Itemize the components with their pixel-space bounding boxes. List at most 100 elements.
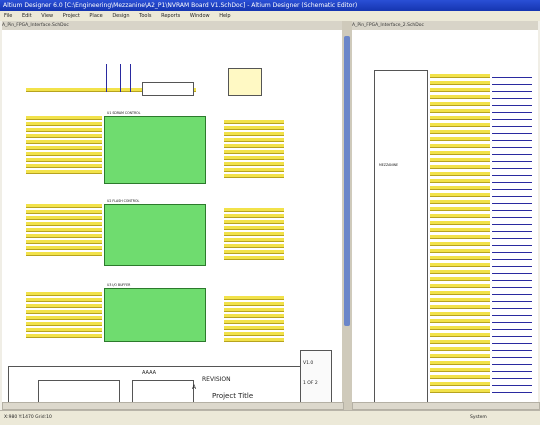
net-extension [492, 387, 532, 393]
connector-net-wire [430, 249, 490, 253]
vertical-scrollbar-thumb[interactable] [344, 36, 350, 326]
connector-net-wire [430, 186, 490, 190]
connector-net-wire [430, 158, 490, 162]
net-extension [492, 261, 532, 267]
ic-symbol-small [228, 68, 262, 96]
connector-net-wire [430, 207, 490, 211]
net-extension [492, 268, 532, 274]
net-wire-right [224, 174, 284, 178]
menu-reports[interactable]: Reports [157, 11, 184, 21]
net-extension [492, 135, 532, 141]
net-wire-right [224, 320, 284, 324]
menu-tools[interactable]: Tools [135, 11, 155, 21]
connector-net-wire [430, 298, 490, 302]
connector-net-wire [430, 123, 490, 127]
status-coordinates: X:980 Y:1470 Grid:10 [4, 415, 52, 420]
net-extension [492, 93, 532, 99]
net-wire-right [224, 314, 284, 318]
menu-design[interactable]: Design [108, 11, 133, 21]
net-wire-left [26, 128, 102, 132]
net-wire-left [26, 146, 102, 150]
net-wire-right [224, 162, 284, 166]
connector-net-wire [430, 221, 490, 225]
net-wire-left [26, 140, 102, 144]
menu-place[interactable]: Place [85, 11, 106, 21]
net-extension [492, 275, 532, 281]
component-block-1[interactable]: U1 SDRAM CONTROL [104, 111, 206, 184]
connector-net-wire [430, 88, 490, 92]
net-extension [492, 352, 532, 358]
wire [130, 64, 131, 92]
connector-ref: MEZZANINE [379, 163, 399, 167]
menu-window[interactable]: Window [186, 11, 214, 21]
net-wire-left [26, 240, 102, 244]
net-wire-left [26, 334, 102, 338]
net-wire-right [224, 256, 284, 260]
net-extension [492, 317, 532, 323]
schematic-canvas-left[interactable]: U1 SDRAM CONTROL U2 FLASH CONTROL U3 I/O… [2, 30, 342, 411]
sheet-number: 1 OF 2 [303, 381, 318, 386]
net-wire-right [224, 326, 284, 330]
net-wire-left [26, 204, 102, 208]
net-wire-right [224, 332, 284, 336]
menu-bar: File Edit View Project Place Design Tool… [0, 11, 540, 21]
net-extension [492, 373, 532, 379]
revision-label: REVISION [202, 376, 231, 383]
connector-net-wire [430, 312, 490, 316]
net-wire-right [224, 214, 284, 218]
connector-net-wire [430, 81, 490, 85]
component-block-2[interactable]: U2 FLASH CONTROL [104, 199, 206, 266]
connector-symbol[interactable]: MEZZANINE [374, 70, 428, 404]
net-wire-right [224, 244, 284, 248]
net-extension [492, 198, 532, 204]
net-extension [492, 149, 532, 155]
menu-edit[interactable]: Edit [18, 11, 36, 21]
net-wire-right [224, 120, 284, 124]
net-wire-right [224, 168, 284, 172]
net-wire-left [26, 252, 102, 256]
connector-net-wire [430, 340, 490, 344]
net-wire-right [224, 302, 284, 306]
net-extension [492, 114, 532, 120]
net-extension [492, 121, 532, 127]
net-wire-left [26, 228, 102, 232]
net-extension [492, 170, 532, 176]
net-extension [492, 247, 532, 253]
sheet-code: A [192, 384, 197, 391]
connector-net-wire [430, 354, 490, 358]
block-1-label: U1 SDRAM CONTROL [107, 111, 141, 115]
net-extension [492, 331, 532, 337]
net-extension [492, 107, 532, 113]
schematic-canvas-right[interactable]: MEZZANINE [352, 30, 538, 411]
net-extension [492, 233, 532, 239]
net-extension [492, 212, 532, 218]
horizontal-scrollbar-right[interactable] [352, 402, 540, 410]
connector-net-wire [430, 242, 490, 246]
net-wire-left [26, 158, 102, 162]
connector-net-wire [430, 263, 490, 267]
component-block-3[interactable]: U3 I/O BUFFER [104, 283, 206, 342]
connector-net-wire [430, 193, 490, 197]
menu-project[interactable]: Project [59, 11, 84, 21]
connector-net-wire [430, 109, 490, 113]
net-wire-left [26, 322, 102, 326]
net-extension [492, 282, 532, 288]
horizontal-scrollbar-left[interactable] [2, 402, 344, 410]
connector-net-wire [430, 277, 490, 281]
connector-net-wire [430, 95, 490, 99]
net-extension [492, 359, 532, 365]
menu-file[interactable]: File [0, 11, 16, 21]
net-wire-right [224, 220, 284, 224]
net-wire-right [224, 238, 284, 242]
connector-net-wire [430, 116, 490, 120]
menu-view[interactable]: View [37, 11, 57, 21]
net-extension [492, 177, 532, 183]
net-extension [492, 79, 532, 85]
net-wire-left [26, 298, 102, 302]
net-wire-right [224, 226, 284, 230]
status-right: System [470, 415, 487, 420]
net-extension [492, 205, 532, 211]
connector-net-wire [430, 137, 490, 141]
menu-help[interactable]: Help [215, 11, 234, 21]
connector-net-wire [430, 172, 490, 176]
